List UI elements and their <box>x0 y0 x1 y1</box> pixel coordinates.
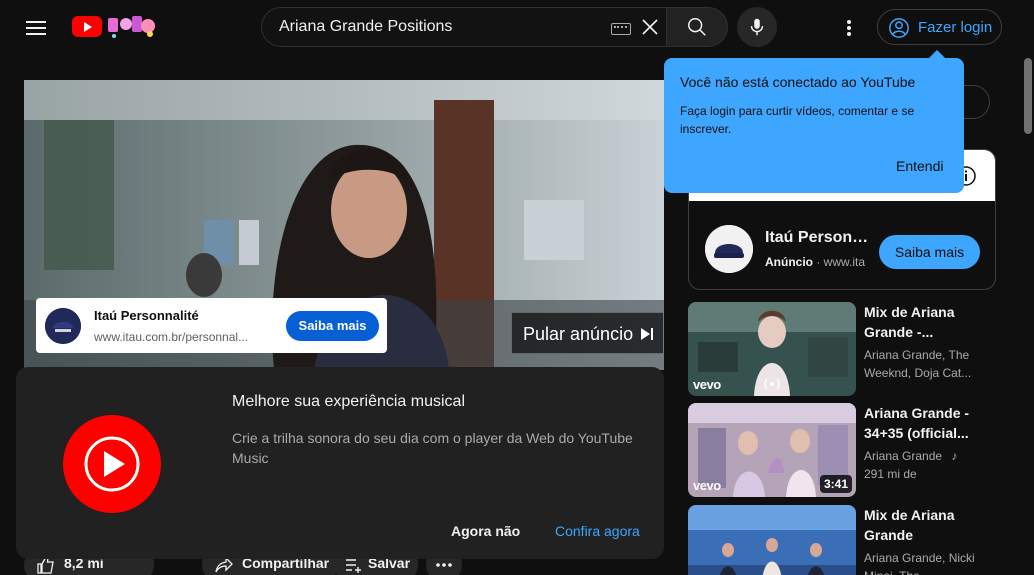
video-thumbnail[interactable]: vevo 3:41 <box>688 403 856 497</box>
skip-ad-button[interactable]: Pular anúncio <box>511 312 663 354</box>
microphone-icon <box>750 18 764 36</box>
not-now-button[interactable]: Agora não <box>451 523 520 539</box>
search-icon <box>688 18 706 36</box>
voice-search-button[interactable] <box>737 7 777 47</box>
video-meta: Ariana Grande, The Weeknd, Doja Cat... <box>864 348 972 380</box>
sidebar-ad-title: Itaú Personnalité <box>765 229 875 246</box>
more-options-icon[interactable] <box>836 14 862 42</box>
search-input[interactable]: Ariana Grande Positions <box>279 18 452 36</box>
youtube-music-icon <box>63 415 161 513</box>
login-label: Fazer login <box>918 19 993 36</box>
keyboard-icon[interactable] <box>611 23 631 35</box>
account-icon <box>889 18 909 38</box>
ad-overlay-card[interactable]: Itaú Personnalité www.itau.com.br/person… <box>36 298 387 353</box>
video-title[interactable]: Mix de Ariana Grande <box>864 505 998 545</box>
ad-badge: Anúncio <box>765 255 813 269</box>
ad-title: Itaú Personnalité <box>94 308 199 323</box>
recommendation-item[interactable]: Mix de Ariana Grande Ariana Grande, Nick… <box>688 505 998 575</box>
ad-url[interactable]: www.itau.com.br/personnal... <box>94 330 248 344</box>
channel-name[interactable]: Ariana Grande <box>864 449 942 463</box>
sidebar-ad-learn-more-button[interactable]: Saiba mais <box>879 235 980 269</box>
video-meta: Ariana Grande, Nicki Minaj, The <box>864 551 975 575</box>
scrollbar-thumb[interactable] <box>1024 58 1032 134</box>
video-title[interactable]: Ariana Grande - 34+35 (official... <box>864 403 998 443</box>
music-promo-dialog: Melhore sua experiência musical Crie a t… <box>16 367 664 559</box>
video-duration: 3:41 <box>819 475 852 493</box>
video-thumbnail[interactable]: vevo <box>688 302 856 396</box>
promo-title: Melhore sua experiência musical <box>232 393 465 410</box>
vevo-logo: vevo <box>693 478 721 493</box>
search-button[interactable] <box>666 7 728 47</box>
ad-learn-more-button[interactable]: Saiba mais <box>286 311 379 341</box>
live-broadcast-icon <box>764 378 780 390</box>
youtube-logo-icon[interactable] <box>72 16 102 37</box>
video-title[interactable]: Mix de Ariana Grande -... <box>864 302 998 342</box>
check-it-out-button[interactable]: Confira agora <box>555 523 640 539</box>
masthead: Ariana Grande Positions Fazer login <box>0 0 1034 56</box>
skip-ad-label: Pular anúncio <box>523 324 634 344</box>
video-meta: Ariana Grande ♪ 291 mi de <box>864 447 994 483</box>
recommendation-item[interactable]: vevo 3:41 Ariana Grande - 34+35 (officia… <box>688 403 998 497</box>
got-it-button[interactable]: Entendi <box>896 158 943 174</box>
menu-icon[interactable] <box>22 14 50 42</box>
close-icon[interactable] <box>639 16 661 38</box>
view-count: 291 mi de <box>864 467 917 481</box>
promo-description: Crie a trilha sonora do seu dia com o pl… <box>232 430 633 466</box>
sidebar-ad-logo-icon <box>705 225 753 273</box>
skip-next-icon <box>641 328 653 340</box>
scrollbar[interactable] <box>1022 56 1034 575</box>
video-thumbnail[interactable] <box>688 505 856 575</box>
vevo-logo: vevo <box>693 377 721 392</box>
tooltip-title: Você não está conectado ao YouTube <box>680 74 916 90</box>
search-box[interactable]: Ariana Grande Positions <box>261 7 667 47</box>
sidebar-ad-url: www.ita <box>823 255 866 269</box>
recommendation-item[interactable]: vevo Mix de Ariana Grande -... Ariana Gr… <box>688 302 998 396</box>
doodle-logo-icon[interactable] <box>106 12 158 40</box>
sign-in-tooltip: Você não está conectado ao YouTube Faça … <box>664 50 964 193</box>
advertiser-logo-icon <box>45 308 81 344</box>
music-note-icon: ♪ <box>951 449 958 463</box>
sidebar-ad-meta: Anúncio · www.ita <box>765 255 866 269</box>
login-button[interactable]: Fazer login <box>877 9 1002 45</box>
tooltip-description: Faça login para curtir vídeos, comentar … <box>680 104 915 136</box>
